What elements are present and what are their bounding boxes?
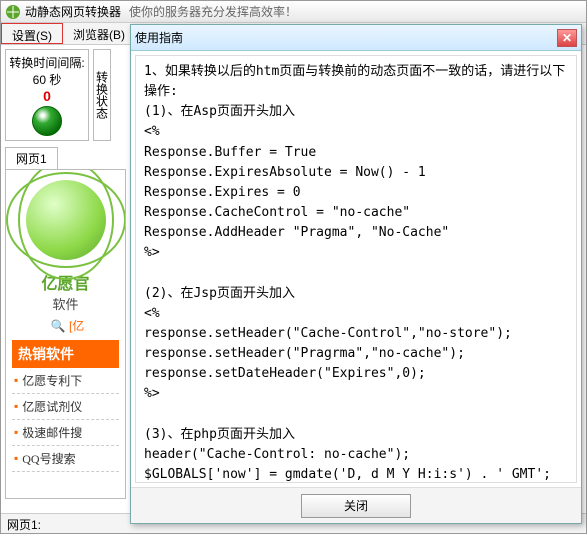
search-line[interactable]: 🔍 [亿: [6, 317, 125, 334]
main-titlebar: 动静态网页转换器 使你的服务器充分发挥高效率！: [1, 1, 586, 23]
webpage-tabs: 网页1 亿愿官 软件 🔍 [亿 热销软件 ▪亿愿专利下 ▪亿愿试剂仪 ▪极速邮件…: [5, 147, 126, 499]
close-icon[interactable]: ✕: [557, 29, 577, 47]
dialog-title: 使用指南: [135, 29, 183, 46]
hot-software-box: 热销软件 ▪亿愿专利下 ▪亿愿试剂仪 ▪极速邮件搜 ▪QQ号搜索: [12, 340, 119, 472]
menu-settings[interactable]: 设置(S): [1, 23, 63, 44]
list-item[interactable]: ▪亿愿试剂仪: [12, 394, 119, 420]
list-item[interactable]: ▪QQ号搜索: [12, 446, 119, 472]
app-icon: [5, 4, 21, 20]
timer-panel: 转换时间间隔: 60 秒 0: [5, 49, 89, 141]
bullet-icon: ▪: [14, 373, 18, 388]
soccer-ball-icon: [32, 106, 62, 136]
hot-software-heading: 热销软件: [12, 340, 119, 368]
bullet-icon: ▪: [14, 451, 18, 466]
tab-page1[interactable]: 网页1: [5, 147, 58, 169]
status-text: 网页1:: [7, 518, 41, 532]
left-column: 转换时间间隔: 60 秒 0 转换状态 网页1 亿愿官 软件 🔍 [亿 热销软件…: [1, 45, 131, 513]
bullet-icon: ▪: [14, 399, 18, 414]
dialog-body[interactable]: 1、如果转换以后的htm页面与转换前的动态页面不一致的话，请进行以下操作: (1…: [135, 55, 577, 483]
dialog-footer: 关闭: [131, 487, 581, 523]
timer-label: 转换时间间隔:: [9, 54, 84, 71]
list-item[interactable]: ▪极速邮件搜: [12, 420, 119, 446]
app-title: 动静态网页转换器: [25, 3, 121, 20]
slogan-text: 软件: [6, 294, 125, 313]
dialog-titlebar[interactable]: 使用指南 ✕: [131, 25, 581, 51]
bullet-icon: ▪: [14, 425, 18, 440]
list-item[interactable]: ▪亿愿专利下: [12, 368, 119, 394]
menu-browser[interactable]: 浏览器(B): [63, 23, 135, 44]
tab-body: 亿愿官 软件 🔍 [亿 热销软件 ▪亿愿专利下 ▪亿愿试剂仪 ▪极速邮件搜 ▪Q…: [5, 169, 126, 499]
globe-icon: [26, 180, 106, 260]
timer-seconds: 60 秒: [33, 71, 62, 88]
app-subtitle: 使你的服务器充分发挥高效率！: [129, 3, 297, 20]
close-button[interactable]: 关闭: [301, 494, 411, 518]
guide-dialog: 使用指南 ✕ 1、如果转换以后的htm页面与转换前的动态页面不一致的话，请进行以…: [130, 24, 582, 524]
timer-count: 0: [43, 88, 51, 104]
status-vertical-label: 转换状态: [93, 49, 111, 141]
